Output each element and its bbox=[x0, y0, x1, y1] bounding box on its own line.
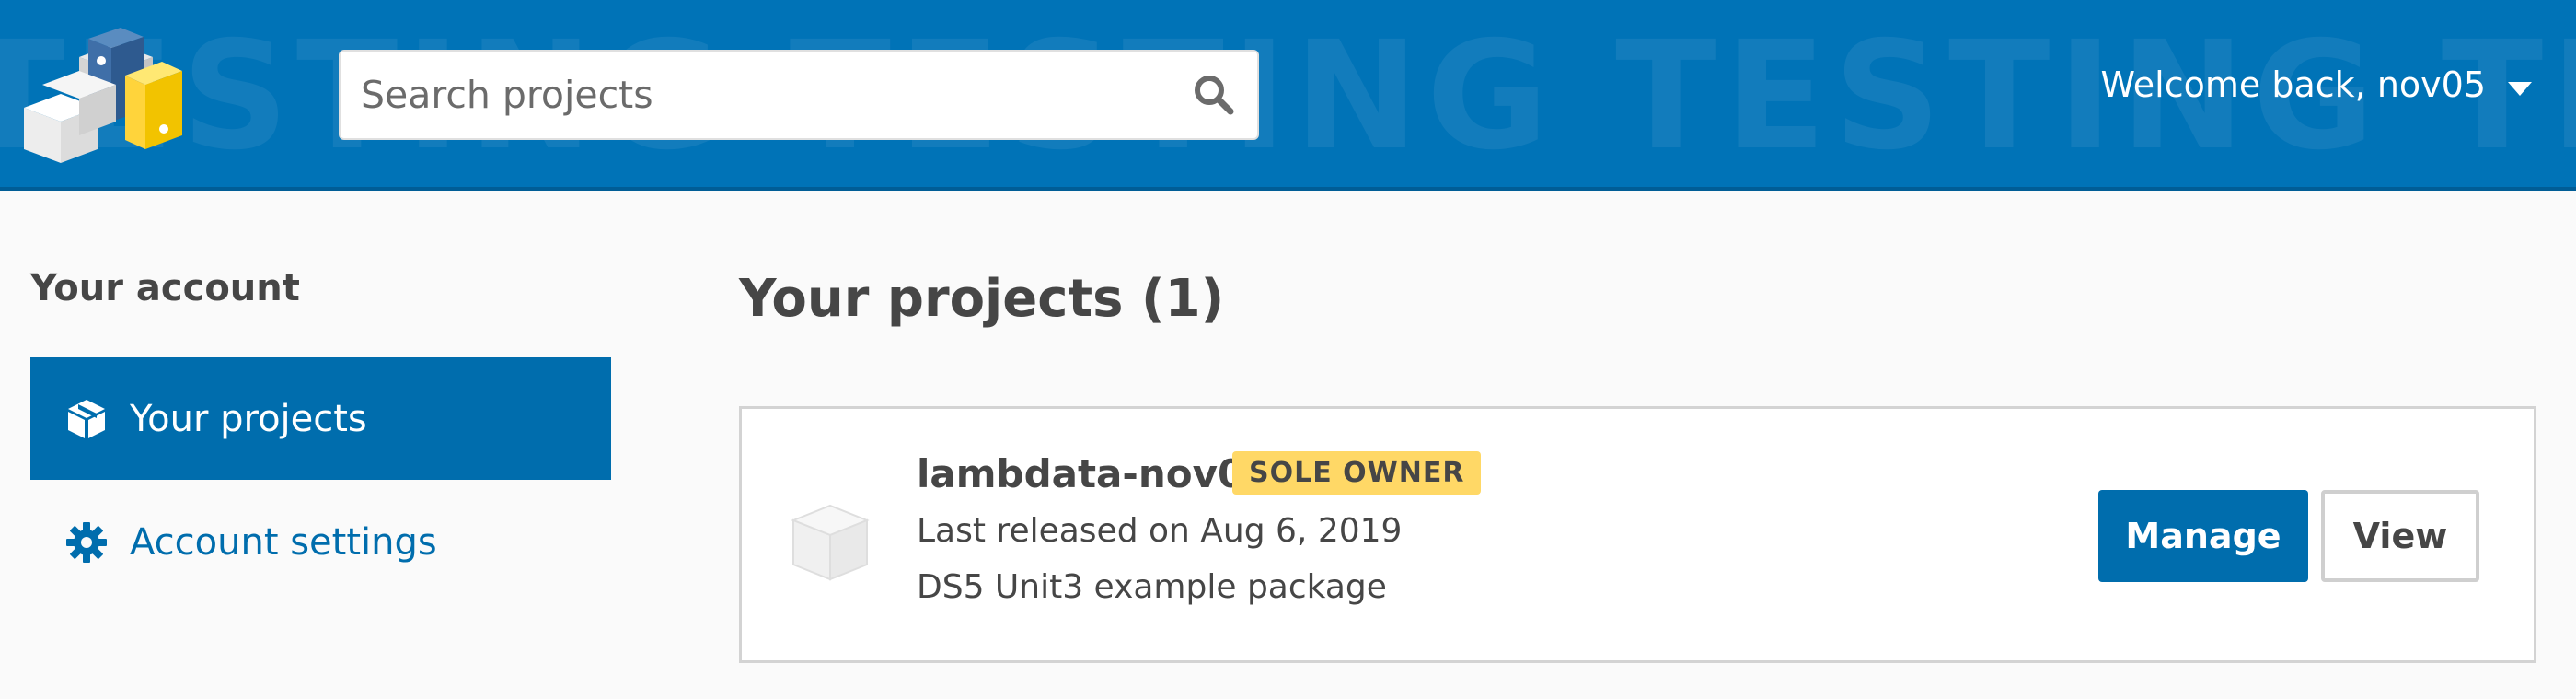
sidebar-item-label: Account settings bbox=[130, 520, 437, 564]
page-title: Your projects (1) bbox=[739, 269, 1225, 329]
project-name[interactable]: lambdata-nov05 bbox=[917, 451, 1271, 496]
view-button[interactable]: View bbox=[2321, 490, 2479, 582]
caret-down-icon bbox=[2508, 64, 2532, 105]
sidebar-item-account-settings[interactable]: Account settings bbox=[30, 481, 611, 603]
search-icon[interactable] bbox=[1185, 66, 1241, 122]
manage-button[interactable]: Manage bbox=[2098, 490, 2308, 582]
search-input[interactable] bbox=[341, 52, 1169, 138]
project-card: lambdata-nov05 SOLE OWNER Last released … bbox=[739, 406, 2536, 663]
sidebar-item-label: Your projects bbox=[130, 397, 367, 440]
gear-icon bbox=[65, 521, 108, 564]
sidebar-item-your-projects[interactable]: Your projects bbox=[30, 357, 611, 480]
user-menu[interactable]: Welcome back, nov05 bbox=[2100, 64, 2532, 105]
sole-owner-badge: SOLE OWNER bbox=[1232, 451, 1482, 495]
welcome-label: Welcome back, nov05 bbox=[2100, 64, 2486, 105]
pypi-logo-icon[interactable] bbox=[24, 20, 182, 166]
site-header: TESTING TESTING TESTING TESTING TESTING bbox=[0, 0, 2576, 191]
package-icon bbox=[65, 398, 108, 440]
search-box bbox=[339, 50, 1259, 140]
sidebar-title: Your account bbox=[30, 267, 300, 309]
release-date: Last released on Aug 6, 2019 bbox=[917, 512, 1403, 550]
package-icon bbox=[786, 496, 874, 585]
project-summary: DS5 Unit3 example package bbox=[917, 568, 1387, 606]
